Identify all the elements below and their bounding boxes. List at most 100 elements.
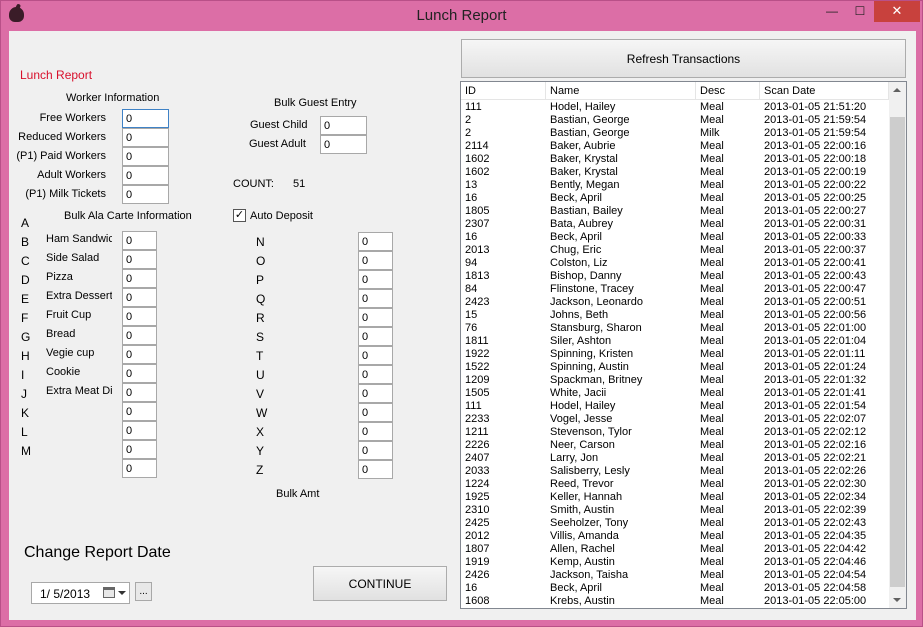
table-row[interactable]: 16 Beck, April Meal 2013-01-05 22:00:25	[461, 192, 889, 205]
table-row[interactable]: 2013 Chug, Eric Meal 2013-01-05 22:00:37	[461, 244, 889, 257]
table-row[interactable]: 2425 Seeholzer, Tony Meal 2013-01-05 22:02:…	[461, 517, 889, 530]
row-scan-date: 2013-01-05 22:02:26	[764, 465, 867, 477]
table-row[interactable]: 84 Flinstone, Tracey Meal 2013-01-05 22:00:…	[461, 283, 889, 296]
close-button[interactable]: ✕	[874, 1, 920, 22]
table-row[interactable]: 2423 Jackson, Leonardo Meal 2013-01-05 22:0…	[461, 296, 889, 309]
table-row[interactable]: 111 Hodel, Hailey Meal 2013-01-05 22:01:54	[461, 400, 889, 413]
table-row[interactable]: 2 Bastian, George Milk 2013-01-05 21:59:54	[461, 127, 889, 140]
bulk-letter-input[interactable]	[358, 251, 393, 270]
bulk-letter-input[interactable]	[358, 460, 393, 479]
guest-adult-label: Guest Adult	[249, 138, 306, 150]
table-row[interactable]: 1224 Reed, Trevor Meal 2013-01-05 22:02:30	[461, 478, 889, 491]
transactions-list[interactable]: ID Name Desc Scan Date 111 Hodel, Hailey M…	[460, 81, 907, 609]
table-row[interactable]: 2426 Jackson, Taisha Meal 2013-01-05 22:04:…	[461, 569, 889, 582]
auto-deposit-checkbox[interactable]: ✓	[233, 209, 246, 222]
table-row[interactable]: 1919 Kemp, Austin Meal 2013-01-05 22:04:46	[461, 556, 889, 569]
table-row[interactable]: 2310 Smith, Austin Meal 2013-01-05 22:02:39	[461, 504, 889, 517]
table-row[interactable]: 1925 Keller, Hannah Meal 2013-01-05 22:02:3…	[461, 491, 889, 504]
vertical-scrollbar[interactable]	[889, 82, 906, 608]
ala-carte-item-input[interactable]	[122, 383, 157, 402]
table-row[interactable]: 1813 Bishop, Danny Meal 2013-01-05 22:00:43	[461, 270, 889, 283]
ala-carte-item-input[interactable]	[122, 288, 157, 307]
column-header-name[interactable]: Name	[546, 82, 696, 100]
row-desc: Meal	[700, 179, 724, 191]
guest-child-input[interactable]	[320, 116, 367, 135]
table-row[interactable]: 2407 Larry, Jon Meal 2013-01-05 22:02:21	[461, 452, 889, 465]
table-row[interactable]: 13 Bently, Megan Meal 2013-01-05 22:00:22	[461, 179, 889, 192]
bulk-letter-input[interactable]	[358, 327, 393, 346]
table-row[interactable]: 94 Colston, Liz Meal 2013-01-05 22:00:41	[461, 257, 889, 270]
table-row[interactable]: 111 Hodel, Hailey Meal 2013-01-05 21:51:20	[461, 101, 889, 114]
row-scan-date: 2013-01-05 22:00:37	[764, 244, 867, 256]
column-header-id[interactable]: ID	[461, 82, 546, 100]
row-scan-date: 2013-01-05 22:02:43	[764, 517, 867, 529]
ala-carte-item-input[interactable]	[122, 459, 157, 478]
continue-button[interactable]: CONTINUE	[313, 566, 447, 601]
minimize-button[interactable]: —	[819, 1, 845, 22]
worker-input[interactable]	[122, 185, 169, 204]
table-row[interactable]: 2233 Vogel, Jesse Meal 2013-01-05 22:02:07	[461, 413, 889, 426]
maximize-button[interactable]: ☐	[847, 1, 873, 22]
bulk-letter-input[interactable]	[358, 346, 393, 365]
table-row[interactable]: 1608 Krebs, Austin Meal 2013-01-05 22:05:00	[461, 595, 889, 608]
scroll-down-icon[interactable]	[893, 598, 901, 602]
scroll-thumb[interactable]	[890, 117, 905, 587]
column-header-desc[interactable]: Desc	[696, 82, 760, 100]
ala-carte-item-input[interactable]	[122, 250, 157, 269]
table-row[interactable]: 2012 Villis, Amanda Meal 2013-01-05 22:04:3…	[461, 530, 889, 543]
table-row[interactable]: 1922 Spinning, Kristen Meal 2013-01-05 22:0…	[461, 348, 889, 361]
row-id: 2226	[465, 439, 490, 451]
title-bar[interactable]: Lunch Report — ☐ ✕	[1, 1, 922, 30]
row-id: 76	[465, 322, 478, 334]
table-row[interactable]: 1522 Spinning, Austin Meal 2013-01-05 22:01…	[461, 361, 889, 374]
table-row[interactable]: 2307 Bata, Aubrey Meal 2013-01-05 22:00:31	[461, 218, 889, 231]
bulk-letter-input[interactable]	[358, 232, 393, 251]
table-row[interactable]: 1602 Baker, Krystal Meal 2013-01-05 22:00:1…	[461, 153, 889, 166]
worker-input[interactable]	[122, 109, 169, 128]
table-row[interactable]: 2033 Salisberry, Lesly Meal 2013-01-05 22:0…	[461, 465, 889, 478]
ala-carte-item-input[interactable]	[122, 421, 157, 440]
report-date-picker[interactable]: 1/ 5/2013	[31, 582, 130, 604]
ala-carte-item-input[interactable]	[122, 402, 157, 421]
guest-adult-input[interactable]	[320, 135, 367, 154]
refresh-transactions-button[interactable]: Refresh Transactions	[461, 39, 906, 78]
table-row[interactable]: 76 Stansburg, Sharon Meal 2013-01-05 22:01:…	[461, 322, 889, 335]
ala-carte-item-input[interactable]	[122, 364, 157, 383]
table-row[interactable]: 2 Bastian, George Meal 2013-01-05 21:59:54	[461, 114, 889, 127]
bulk-letter-input[interactable]	[358, 308, 393, 327]
auto-deposit-label[interactable]: Auto Deposit	[250, 210, 313, 222]
table-row[interactable]: 15 Johns, Beth Meal 2013-01-05 22:00:56	[461, 309, 889, 322]
bulk-letter-input[interactable]	[358, 422, 393, 441]
worker-input[interactable]	[122, 166, 169, 185]
bulk-letter-input[interactable]	[358, 403, 393, 422]
bulk-letter-input[interactable]	[358, 384, 393, 403]
ala-carte-item-input[interactable]	[122, 345, 157, 364]
bulk-letter-input[interactable]	[358, 365, 393, 384]
table-row[interactable]: 16 Beck, April Meal 2013-01-05 22:04:58	[461, 582, 889, 595]
ala-carte-item-input[interactable]	[122, 269, 157, 288]
date-ellipsis-button[interactable]: ...	[135, 582, 152, 601]
ala-carte-item-input[interactable]	[122, 326, 157, 345]
worker-input[interactable]	[122, 128, 169, 147]
table-row[interactable]: 1602 Baker, Krystal Meal 2013-01-05 22:00:1…	[461, 166, 889, 179]
ala-carte-item-input[interactable]	[122, 231, 157, 250]
table-row[interactable]: 1811 Siler, Ashton Meal 2013-01-05 22:01:04	[461, 335, 889, 348]
ala-carte-item-input[interactable]	[122, 307, 157, 326]
ala-carte-item-input[interactable]	[122, 440, 157, 459]
table-row[interactable]: 2226 Neer, Carson Meal 2013-01-05 22:02:16	[461, 439, 889, 452]
column-header-scan-date[interactable]: Scan Date	[760, 82, 889, 100]
table-row[interactable]: 1805 Bastian, Bailey Meal 2013-01-05 22:00:…	[461, 205, 889, 218]
table-row[interactable]: 16 Beck, April Meal 2013-01-05 22:00:33	[461, 231, 889, 244]
worker-input[interactable]	[122, 147, 169, 166]
table-row[interactable]: 1211 Stevenson, Tylor Meal 2013-01-05 22:02…	[461, 426, 889, 439]
bulk-letter-input[interactable]	[358, 270, 393, 289]
table-row[interactable]: 1807 Allen, Rachel Meal 2013-01-05 22:04:42	[461, 543, 889, 556]
bulk-letter-input[interactable]	[358, 441, 393, 460]
scroll-up-icon[interactable]	[893, 88, 901, 92]
chevron-down-icon[interactable]	[118, 591, 126, 595]
bulk-letter-input[interactable]	[358, 289, 393, 308]
table-row[interactable]: 1209 Spackman, Britney Meal 2013-01-05 22:0…	[461, 374, 889, 387]
bulk-letter-label: X	[256, 425, 265, 439]
table-row[interactable]: 1505 White, Jacii Meal 2013-01-05 22:01:41	[461, 387, 889, 400]
table-row[interactable]: 2114 Baker, Aubrie Meal 2013-01-05 22:00:16	[461, 140, 889, 153]
